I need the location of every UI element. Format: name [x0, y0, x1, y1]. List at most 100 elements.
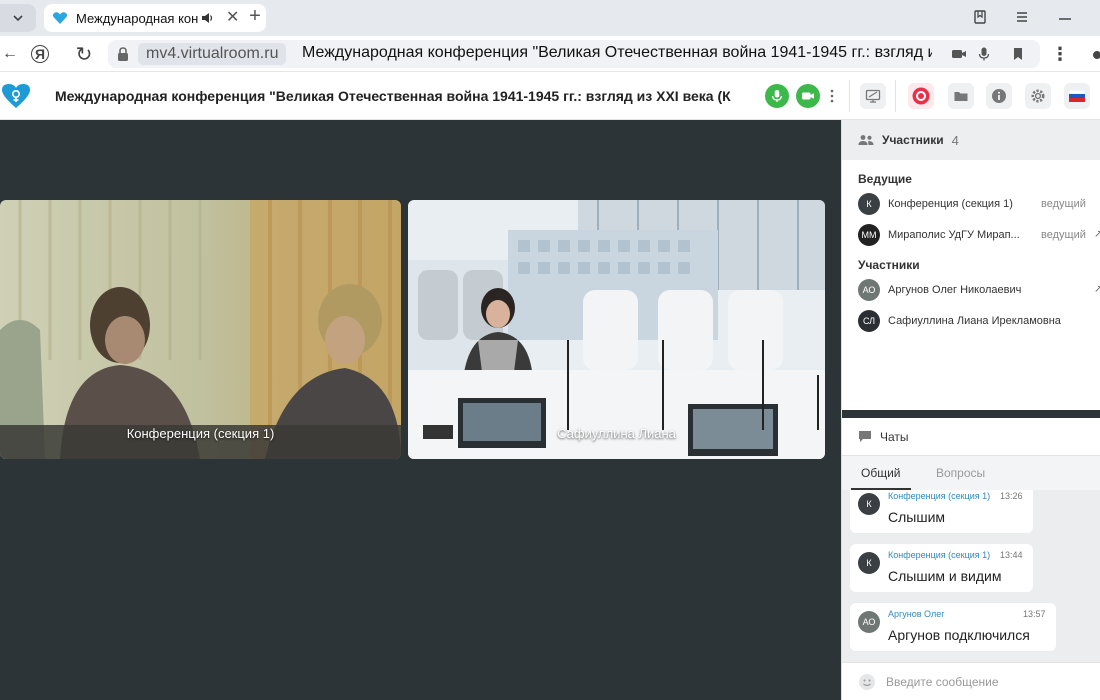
message-time: 13:44	[1000, 550, 1023, 560]
microphone-icon	[772, 90, 782, 102]
profile-icon[interactable]	[1090, 50, 1100, 60]
domain-chip[interactable]: mv4.virtualroom.ru	[138, 43, 287, 65]
tab-title: Международная конференция	[76, 10, 198, 26]
participant-mark: ↗	[1094, 229, 1100, 240]
message-author: Конференция (секция 1)	[888, 550, 991, 560]
app-logo-icon[interactable]	[0, 82, 32, 110]
members-group-title: Участники	[858, 258, 920, 272]
avatar: К	[858, 493, 880, 515]
russian-flag-icon	[1069, 90, 1085, 102]
message-text: Слышим и видим	[888, 568, 1002, 584]
chats-header[interactable]: Чаты	[842, 418, 1100, 456]
record-button[interactable]	[908, 83, 934, 109]
participant-video	[408, 200, 825, 459]
avatar: К	[858, 552, 880, 574]
video-caption: Сафиуллина Лиана	[557, 426, 676, 441]
microphone-permission-icon[interactable]	[976, 46, 992, 62]
avatar: СЛ	[858, 309, 880, 332]
back-icon[interactable]: ←	[0, 44, 20, 64]
browser-more-icon[interactable]: ⋮	[1050, 44, 1070, 64]
media-more-icon[interactable]	[829, 89, 835, 103]
emoji-icon[interactable]	[858, 673, 876, 691]
conference-room-video	[0, 200, 401, 459]
new-tab-button[interactable]: +	[244, 5, 266, 27]
panel-divider[interactable]	[842, 410, 1100, 418]
tab-general[interactable]: Общий	[851, 466, 910, 490]
header-divider	[849, 80, 850, 112]
chat-message: К Конференция (секция 1) 13:26 Слышим	[850, 490, 1033, 533]
reload-icon[interactable]: ↻	[74, 44, 94, 66]
header-divider	[895, 80, 896, 112]
speaker-icon[interactable]	[200, 11, 214, 25]
info-button[interactable]	[986, 83, 1012, 109]
conference-title: Международная конференция "Великая Отече…	[55, 88, 735, 104]
participant-name: Конференция (секция 1)	[888, 197, 1013, 210]
menu-icon[interactable]	[1013, 8, 1031, 26]
app-header: Международная конференция "Великая Отече…	[0, 72, 1100, 120]
participants-header[interactable]: Участники 4	[842, 120, 1100, 160]
participant-name: Аргунов Олег Николаевич	[888, 283, 1022, 296]
bookmark-icon[interactable]	[1010, 46, 1026, 62]
camera-permission-icon[interactable]	[951, 46, 967, 62]
member-row[interactable]: СЛ Сафиуллина Лиана Ирекламовна	[842, 305, 1100, 336]
files-button[interactable]	[948, 83, 974, 109]
language-button[interactable]	[1064, 83, 1090, 109]
chat-tabs: Общий Вопросы	[842, 456, 1100, 490]
tab-questions[interactable]: Вопросы	[936, 466, 985, 480]
chat-icon	[859, 431, 871, 442]
host-row[interactable]: К Конференция (секция 1) ведущий	[842, 188, 1100, 219]
participant-role: ведущий	[1041, 197, 1086, 210]
avatar: ММ	[858, 223, 880, 246]
minimize-icon[interactable]	[1056, 8, 1074, 26]
chat-messages[interactable]: К Конференция (секция 1) 13:26 Слышим К …	[842, 490, 1100, 662]
yandex-home-icon[interactable]: Я	[31, 45, 49, 63]
participant-mark: ↗	[1094, 284, 1100, 295]
message-text: Слышим	[888, 509, 946, 525]
message-time: 13:26	[1000, 491, 1023, 501]
video-tile[interactable]: Сафиуллина Лиана	[408, 200, 825, 459]
settings-button[interactable]	[1025, 83, 1051, 109]
hosts-group-title: Ведущие	[858, 172, 912, 186]
avatar: АО	[858, 278, 880, 301]
info-icon	[992, 89, 1006, 103]
address-bar-row: ← Я ↻ mv4.virtualroom.ru Международная к…	[0, 36, 1100, 72]
omnibox[interactable]: mv4.virtualroom.ru Международная конфере…	[108, 40, 1040, 68]
participants-label: Участники	[882, 133, 944, 147]
tabs-menu-button[interactable]	[0, 4, 36, 32]
screen-share-icon	[865, 89, 881, 103]
gear-icon	[1031, 89, 1045, 103]
page-title: Международная конференция "Великая Отече…	[302, 44, 932, 61]
video-tile[interactable]: Конференция (секция 1)	[0, 200, 401, 459]
bookmarks-icon[interactable]	[971, 8, 989, 26]
close-tab-icon[interactable]: ✕	[226, 10, 239, 26]
lock-icon[interactable]	[116, 46, 130, 62]
message-text: Аргунов подключился	[888, 627, 1030, 643]
participant-name: Сафиуллина Лиана Ирекламовна	[888, 314, 1061, 327]
right-sidebar: Участники 4 Ведущие К Конференция (секци…	[841, 120, 1100, 700]
chats-title: Чаты	[880, 429, 909, 444]
camera-toggle-button[interactable]	[796, 84, 820, 108]
record-icon	[912, 87, 930, 105]
chat-message: АО Аргунов Олег 13:57 Аргунов подключилс…	[850, 603, 1056, 651]
avatar: АО	[858, 611, 880, 633]
participant-role: ведущий	[1041, 228, 1086, 241]
participant-name: Мираполис УдГУ Мирап...	[888, 228, 1020, 241]
chat-message-input[interactable]	[886, 674, 1086, 689]
video-stage: Конференция (секция 1) Сафиуллина Лиана	[0, 120, 841, 700]
users-icon	[858, 135, 874, 145]
host-row[interactable]: ММ Мираполис УдГУ Мирап... ведущий ↗	[842, 219, 1100, 250]
browser-tab[interactable]: Международная конференция ✕	[44, 4, 266, 32]
browser-tab-strip: Международная конференция ✕ +	[0, 0, 1100, 36]
member-row[interactable]: АО Аргунов Олег Николаевич ↗	[842, 274, 1100, 305]
chevron-down-icon	[13, 15, 23, 22]
chat-composer	[842, 662, 1100, 700]
folder-icon	[954, 92, 968, 101]
virtualroom-favicon-icon	[53, 12, 67, 24]
message-time: 13:57	[1023, 609, 1046, 619]
video-caption: Конференция (секция 1)	[126, 426, 275, 441]
microphone-toggle-button[interactable]	[765, 84, 789, 108]
chat-message: К Конференция (секция 1) 13:44 Слышим и …	[850, 544, 1033, 592]
message-author: Конференция (секция 1)	[888, 491, 991, 501]
participants-count: 4	[951, 132, 959, 148]
screen-share-button[interactable]	[860, 83, 886, 109]
